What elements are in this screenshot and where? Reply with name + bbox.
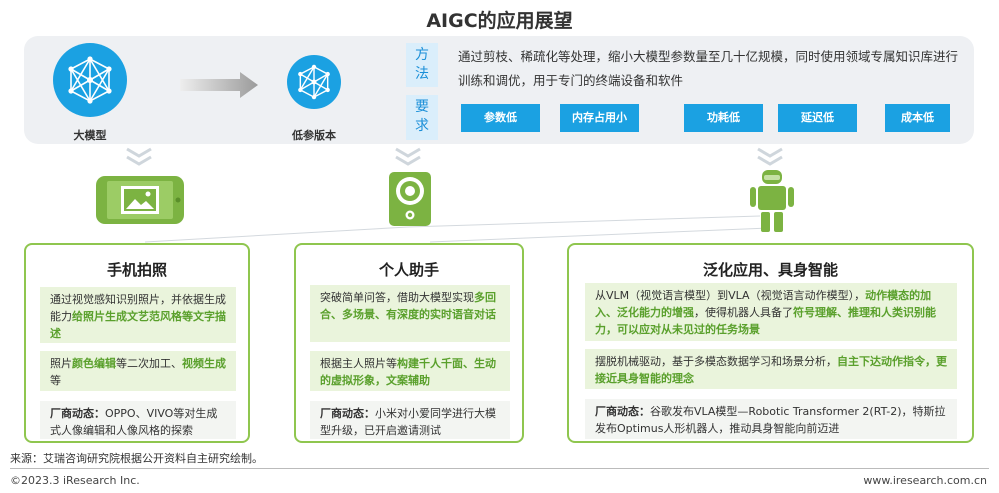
card-paragraph: 照片颜色编辑等二次加工、视频生成等 — [40, 351, 236, 391]
robot-icon — [750, 170, 794, 232]
card-paragraph: 厂商动态：OPPO、VIVO等对生成式人像编辑和人像风格的探索 — [40, 401, 236, 439]
text: 等二次加工、 — [116, 357, 182, 370]
card-paragraph: 从VLM（视觉语言模型）到VLA（视觉语言动作模型），动作模态的加入、泛化能力的… — [585, 283, 957, 341]
copyright: ©2023.3 iResearch Inc. — [10, 474, 140, 487]
card-paragraph: 厂商动态：小米对小爱同学进行大模型升级，已开启邀请测试 — [310, 401, 510, 439]
speaker-icon — [389, 172, 431, 226]
card-paragraph: 突破简单问答，借助大模型实现多回合、多场景、有深度的实时语音对话 — [310, 285, 510, 342]
highlight-text: 视频生成 — [182, 357, 226, 370]
card-title: 个人助手 — [378, 261, 439, 279]
card-paragraph: 通过视觉感知识别照片，并依据生成能力给照片生成文艺范风格等文字描述 — [40, 287, 236, 343]
card-paragraph: 根据主人照片等构建千人千面、生动的虚拟形象，文案辅助 — [310, 351, 510, 391]
text: 摆脱机械驱动，基于多模态数据学习和场景分析， — [595, 355, 837, 368]
card-paragraph: 摆脱机械驱动，基于多模态数据学习和场景分析，自主下达动作指令，更接近具身智能的理… — [585, 349, 957, 389]
text: 等 — [50, 374, 61, 387]
website-link[interactable]: www.iresearch.com.cn — [863, 474, 987, 487]
highlight-text: 颜色编辑 — [72, 357, 116, 370]
text: 从VLM（视觉语言模型）到VLA（视觉语言动作模型）， — [595, 289, 866, 302]
phone-image-icon — [96, 176, 184, 224]
highlight-text: 给照片生成文艺范风格等文字描述 — [50, 310, 226, 340]
text: 照片 — [50, 357, 72, 370]
label-text: 厂商动态： — [595, 405, 650, 418]
card-embodied-ai: 泛化应用、具身智能 从VLM（视觉语言模型）到VLA（视觉语言动作模型），动作模… — [567, 243, 974, 443]
card-phone-photo: 手机拍照 通过视觉感知识别照片，并依据生成能力给照片生成文艺范风格等文字描述 照… — [24, 243, 250, 443]
source-note: 来源：艾瑞咨询研究院根据公开资料自主研究绘制。 — [10, 452, 263, 465]
footer-divider — [10, 468, 989, 469]
label-text: 厂商动态： — [50, 407, 105, 420]
text: ，使得机器人具备了 — [694, 306, 793, 319]
card-title: 手机拍照 — [106, 261, 167, 279]
card-title: 泛化应用、具身智能 — [702, 261, 838, 279]
text: 突破简单问答，借助大模型实现 — [320, 291, 474, 304]
label-text: 厂商动态： — [320, 407, 375, 420]
card-paragraph: 厂商动态：谷歌发布VLA模型—Robotic Transformer 2(RT-… — [585, 399, 957, 439]
text: 根据主人照片等 — [320, 357, 397, 370]
card-personal-assistant: 个人助手 突破简单问答，借助大模型实现多回合、多场景、有深度的实时语音对话 根据… — [294, 243, 524, 443]
